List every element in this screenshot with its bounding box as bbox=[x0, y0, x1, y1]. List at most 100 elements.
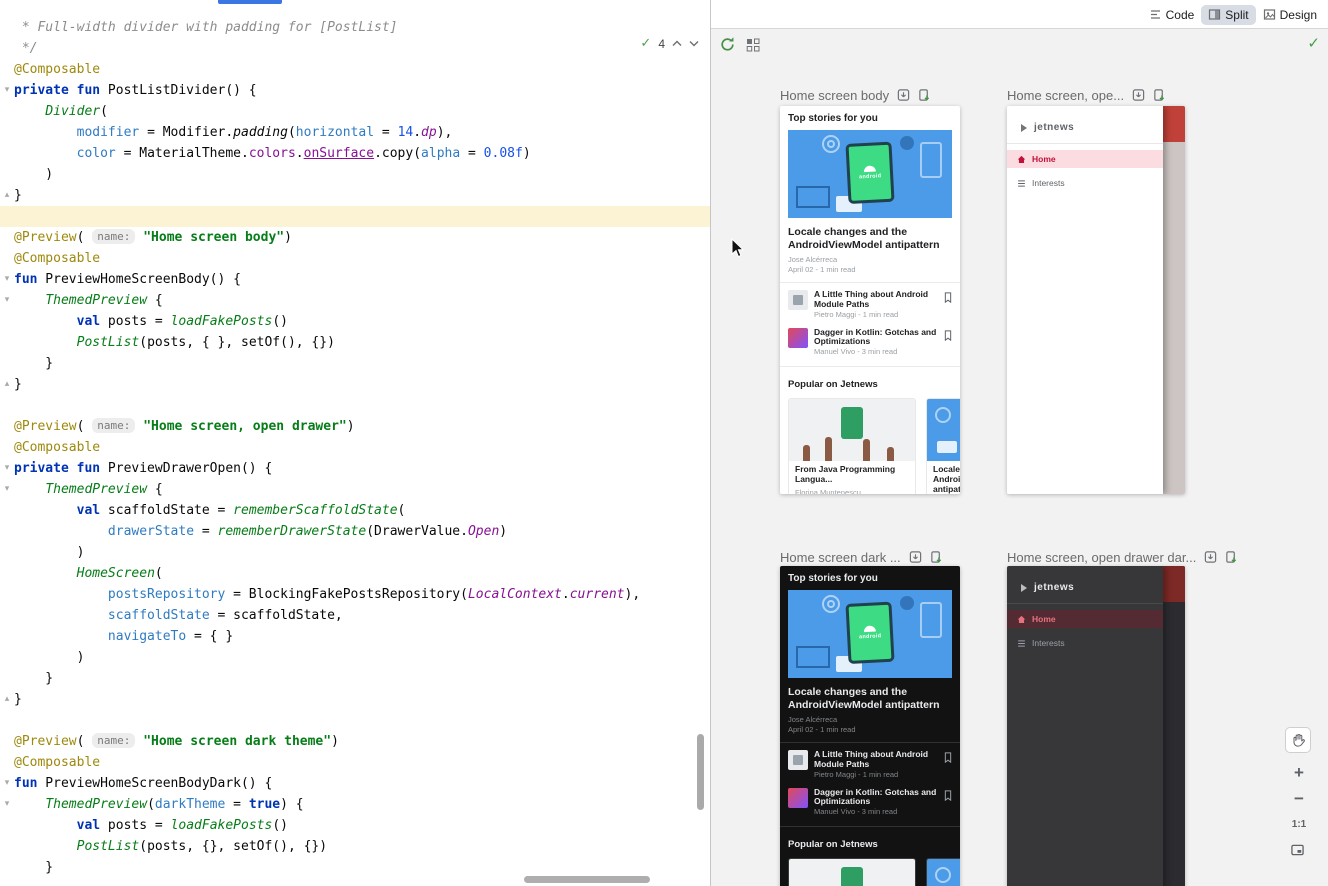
interactive-mode-icon[interactable] bbox=[1132, 88, 1145, 102]
divider bbox=[1007, 143, 1163, 144]
android-phone-illustration: android bbox=[845, 142, 894, 204]
code-editor[interactable]: * Full-width divider with padding for [P… bbox=[0, 0, 711, 886]
deploy-preview-icon[interactable] bbox=[1153, 88, 1166, 102]
prev-issue-icon[interactable] bbox=[672, 40, 682, 47]
popular-card: Locale changes and the AndroidViewModel … bbox=[926, 398, 960, 494]
tab-design[interactable]: Design bbox=[1256, 5, 1324, 25]
editor-horizontal-scrollbar[interactable] bbox=[524, 876, 650, 883]
deploy-preview-icon[interactable] bbox=[918, 88, 931, 102]
post-title: Locale changes and the AndroidViewModel … bbox=[788, 226, 952, 251]
post-thumbnail bbox=[788, 328, 808, 348]
app-bar-strip bbox=[1163, 106, 1185, 142]
zoom-to-fit-icon[interactable] bbox=[1291, 844, 1304, 856]
preview-label-home-screen-open-drawer: Home screen, ope... bbox=[1007, 87, 1166, 103]
layout-options-icon[interactable] bbox=[746, 38, 760, 52]
interactive-mode-icon[interactable] bbox=[909, 550, 922, 564]
preview-label-home-screen-dark: Home screen dark ... bbox=[780, 549, 943, 565]
active-tab-indicator bbox=[218, 0, 282, 4]
popular-carousel: From Java Programming Langua... Florina … bbox=[788, 858, 960, 886]
post-thumbnail bbox=[788, 290, 808, 310]
android-phone-illustration: android bbox=[845, 602, 894, 664]
zoom-in-button[interactable]: + bbox=[1290, 763, 1308, 783]
preview-card-home-screen-dark[interactable]: Top stories for you android Locale chang… bbox=[780, 566, 960, 886]
zoom-ratio-button[interactable]: 1:1 bbox=[1287, 819, 1311, 830]
popular-card: From Java Programming Langua... Florina … bbox=[788, 398, 916, 494]
editor-vertical-scrollbar[interactable] bbox=[697, 734, 704, 810]
app-content-behind-drawer bbox=[1163, 566, 1185, 886]
inspections-ok-icon: ✓ bbox=[640, 36, 651, 51]
sync-status-icon: ✓ bbox=[1307, 34, 1320, 52]
interests-icon bbox=[1017, 639, 1026, 648]
jetnews-logo-icon bbox=[1019, 583, 1029, 593]
post-list-item: A Little Thing about Android Module Path… bbox=[780, 283, 960, 321]
bookmark-icon bbox=[944, 330, 952, 341]
drawer-item-home: Home bbox=[1007, 150, 1163, 168]
split-view-icon bbox=[1208, 8, 1221, 21]
post-date: April 02 - 1 min read bbox=[788, 725, 952, 734]
popular-card: From Java Programming Langua... Florina … bbox=[788, 858, 916, 886]
code-lines[interactable]: * Full-width divider with padding for [P… bbox=[0, 17, 710, 878]
divider bbox=[1007, 603, 1163, 604]
inspections-count: 4 bbox=[658, 37, 665, 51]
bookmark-icon bbox=[944, 790, 952, 801]
hero-illustration: android bbox=[788, 590, 952, 678]
popular-carousel: From Java Programming Langua... Florina … bbox=[788, 398, 960, 494]
pan-tool-button[interactable] bbox=[1285, 727, 1311, 753]
top-stories-heading: Top stories for you bbox=[780, 566, 960, 587]
editor-mode-strip: Code Split Design bbox=[711, 0, 1328, 29]
app-content-behind-drawer bbox=[1163, 106, 1185, 494]
post-list-item: Dagger in Kotlin: Gotchas and Optimizati… bbox=[780, 321, 960, 359]
post-list-item: A Little Thing about Android Module Path… bbox=[780, 743, 960, 781]
top-stories-heading: Top stories for you bbox=[780, 106, 960, 127]
nav-drawer: jetnews Home Interests bbox=[1007, 106, 1163, 494]
popular-card-image bbox=[789, 399, 915, 461]
interactive-mode-icon[interactable] bbox=[897, 88, 910, 102]
interactive-mode-icon[interactable] bbox=[1204, 550, 1217, 564]
post-title: Locale changes and the AndroidViewModel … bbox=[788, 686, 952, 711]
post-thumbnail bbox=[788, 788, 808, 808]
nav-drawer: jetnews Home Interests bbox=[1007, 566, 1163, 886]
post-date: April 02 - 1 min read bbox=[788, 265, 952, 274]
view-mode-toggle: Code Split Design bbox=[1142, 3, 1324, 26]
app-bar-strip bbox=[1163, 566, 1185, 602]
jetnews-logo-icon bbox=[1019, 123, 1029, 133]
tab-code[interactable]: Code bbox=[1142, 5, 1202, 25]
interests-icon bbox=[1017, 179, 1026, 188]
drawer-item-home: Home bbox=[1007, 610, 1163, 628]
post-author: Jose Alcérreca bbox=[788, 255, 952, 264]
hand-icon bbox=[1291, 733, 1306, 748]
inspections-widget[interactable]: ✓ 4 bbox=[637, 35, 702, 52]
bookmark-icon bbox=[944, 752, 952, 763]
popular-heading: Popular on Jetnews bbox=[788, 379, 952, 390]
post-thumbnail bbox=[788, 750, 808, 770]
drawer-item-interests: Interests bbox=[1007, 174, 1163, 192]
preview-card-home-screen-open-drawer-dark[interactable]: jetnews Home Interests bbox=[1007, 566, 1185, 886]
hero-illustration: android bbox=[788, 130, 952, 218]
bookmark-icon bbox=[944, 292, 952, 303]
popular-card-image bbox=[927, 859, 960, 886]
preview-card-home-screen-open-drawer[interactable]: jetnews Home Interests bbox=[1007, 106, 1185, 494]
popular-card: Locale changes and the AndroidViewModel … bbox=[926, 858, 960, 886]
deploy-preview-icon[interactable] bbox=[1225, 550, 1238, 564]
jetnews-logo-text: jetnews bbox=[1034, 122, 1074, 133]
home-icon bbox=[1017, 615, 1026, 624]
design-view-icon bbox=[1263, 8, 1276, 21]
drawer-item-interests: Interests bbox=[1007, 634, 1163, 652]
preview-label-home-screen-open-drawer-dark: Home screen, open drawer dar... bbox=[1007, 549, 1238, 565]
tab-split[interactable]: Split bbox=[1201, 5, 1255, 25]
post-list-item: Dagger in Kotlin: Gotchas and Optimizati… bbox=[780, 781, 960, 819]
preview-card-home-screen-body[interactable]: Top stories for you android Locale chang… bbox=[780, 106, 960, 494]
refresh-previews-icon[interactable] bbox=[719, 36, 736, 53]
post-author: Jose Alcérreca bbox=[788, 715, 952, 724]
next-issue-icon[interactable] bbox=[689, 40, 699, 47]
preview-label-home-screen-body: Home screen body bbox=[780, 87, 931, 103]
divider bbox=[780, 366, 960, 367]
code-view-icon bbox=[1149, 8, 1162, 21]
popular-card-image bbox=[789, 859, 915, 886]
jetnews-logo-text: jetnews bbox=[1034, 582, 1074, 593]
popular-card-image bbox=[927, 399, 960, 461]
popular-heading: Popular on Jetnews bbox=[788, 839, 952, 850]
divider bbox=[780, 826, 960, 827]
deploy-preview-icon[interactable] bbox=[930, 550, 943, 564]
zoom-out-button[interactable]: − bbox=[1290, 789, 1308, 809]
